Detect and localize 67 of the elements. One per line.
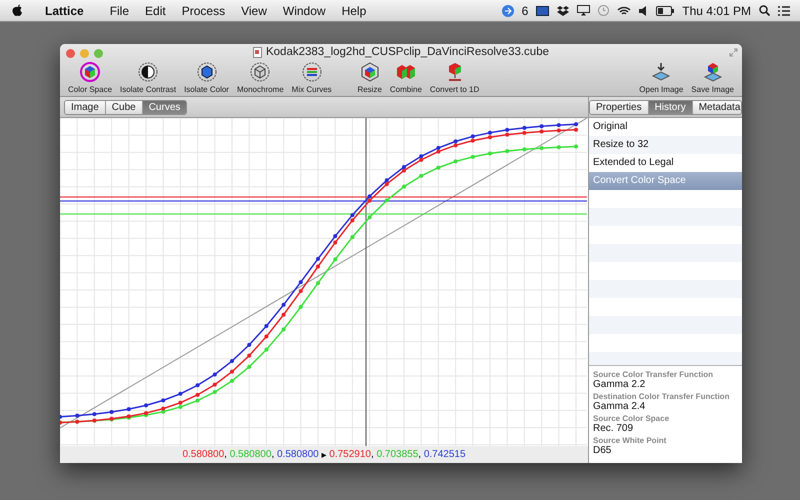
image-import-icon — [651, 62, 672, 82]
toolbar-button[interactable]: Mix Curves — [290, 62, 334, 94]
cube-icon — [360, 62, 380, 82]
display-icon[interactable] — [577, 5, 590, 16]
toolbar-button[interactable]: Isolate Color — [182, 62, 231, 94]
close-button[interactable] — [66, 48, 75, 58]
readout-value: 0.580800 — [182, 449, 224, 460]
wifi-icon[interactable] — [617, 6, 632, 16]
history-item[interactable]: Extended to Legal — [589, 154, 742, 172]
menu-item[interactable]: Help — [334, 4, 374, 18]
property-label: Source White Point — [593, 436, 668, 445]
contrast-icon — [138, 62, 158, 82]
menu-item[interactable]: Edit — [137, 4, 174, 18]
toolbar-button[interactable]: Convert to 1D — [428, 62, 482, 94]
property-value: Rec. 709 — [593, 423, 634, 434]
readout-value: 0.580800 — [230, 449, 272, 460]
document-icon — [252, 46, 262, 58]
separator: , — [224, 449, 228, 460]
notification-count: 6 — [522, 4, 528, 18]
apple-icon — [12, 4, 23, 17]
history-item[interactable]: Resize to 32 — [589, 136, 742, 154]
menu-bar-clock[interactable]: Thu 4:01 PM — [682, 4, 751, 18]
separator: , — [271, 449, 276, 460]
battery-icon[interactable] — [656, 6, 674, 16]
panel-tab[interactable]: History — [648, 100, 693, 114]
readout-value: 0.742515 — [424, 449, 466, 460]
color-cube-icon — [80, 62, 100, 82]
toolbar-button[interactable]: Resize — [355, 62, 384, 94]
view-tab[interactable]: Curves — [142, 100, 186, 114]
stripes-icon — [302, 62, 322, 82]
search-icon[interactable] — [759, 5, 770, 16]
view-tab[interactable]: Image — [65, 100, 106, 114]
property-value: D65 — [593, 445, 612, 456]
property-value: Gamma 2.4 — [593, 401, 646, 412]
list-icon[interactable] — [778, 6, 790, 16]
toolbar-button[interactable]: Isolate Contrast — [118, 62, 178, 94]
wireframe-cube-icon — [250, 62, 270, 82]
separator: , — [418, 449, 422, 460]
panel-tab[interactable]: Metadata — [692, 100, 741, 114]
cube-export-icon — [702, 62, 723, 82]
box-icon[interactable] — [557, 5, 570, 16]
property-value: Gamma 2.2 — [593, 379, 646, 390]
toolbar-button[interactable]: Save Image — [689, 62, 736, 94]
two-cubes-icon — [396, 62, 416, 82]
menu-item[interactable]: File — [102, 4, 138, 18]
window-title: Kodak2383_log2hd_CUSPclip_DaVinciResolve33.cube — [266, 46, 549, 58]
toolbar-button[interactable]: Combine — [388, 62, 424, 94]
readout-value: 0.703855 — [376, 449, 418, 460]
panel-tab[interactable]: Properties — [590, 100, 649, 114]
speaker-icon[interactable] — [639, 6, 648, 16]
property-label: Destination Color Transfer Function — [593, 392, 730, 401]
property-label: Source Color Space — [593, 414, 670, 423]
toolbar-button[interactable]: Monochrome — [234, 62, 286, 94]
property-label: Source Color Transfer Function — [593, 370, 714, 379]
screen-icon[interactable] — [536, 6, 550, 16]
menu-item[interactable]: Window — [274, 4, 334, 18]
readout-value: 0.580800 — [277, 449, 319, 460]
menu-item[interactable]: View — [233, 4, 275, 18]
menu-item[interactable]: Process — [174, 4, 234, 18]
arrow-glyph: ▸ — [320, 448, 328, 460]
readout-value: 0.752910 — [329, 449, 371, 460]
toolbar-button[interactable]: Open Image — [637, 62, 686, 94]
separator: , — [371, 449, 375, 460]
toolbar-button[interactable]: Color Space — [66, 62, 114, 94]
history-item[interactable]: Original — [589, 118, 742, 136]
app-menu[interactable]: Lattice — [37, 4, 92, 18]
view-tab[interactable]: Cube — [106, 100, 143, 114]
